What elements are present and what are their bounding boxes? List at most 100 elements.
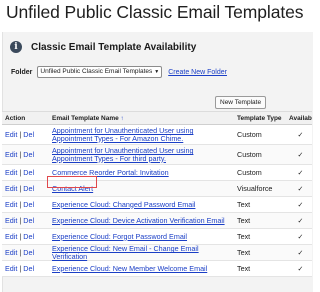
available-check-icon: ✓ bbox=[286, 164, 312, 181]
table-row: Edit | Del Appointment for Unauthenticated … bbox=[2, 144, 312, 165]
template-name-cell: Commerce Reorder Portal: Invitation bbox=[49, 164, 234, 181]
row-actions: Edit | Del bbox=[2, 144, 49, 165]
template-type: Custom bbox=[234, 144, 286, 165]
available-check-icon: ✓ bbox=[286, 228, 312, 245]
edit-link[interactable]: Edit bbox=[5, 200, 17, 209]
template-type: Text bbox=[234, 212, 286, 229]
sort-ascending-icon[interactable]: ↑ bbox=[121, 116, 124, 122]
delete-link[interactable]: Del bbox=[23, 130, 34, 139]
page-title: Unfiled Public Classic Email Templates bbox=[6, 2, 304, 22]
template-name-cell: Contact Alert bbox=[49, 180, 234, 197]
info-icon: i bbox=[10, 41, 22, 53]
delete-link[interactable]: Del bbox=[23, 200, 34, 209]
table-row: Edit | Del Contact Alert Visualforce ✓ bbox=[2, 180, 312, 197]
row-actions: Edit | Del bbox=[2, 180, 49, 197]
template-name-cell: Experience Cloud: Device Activation Veri… bbox=[49, 212, 234, 229]
template-name-link[interactable]: Commerce Reorder Portal: Invitation bbox=[52, 168, 169, 177]
delete-link[interactable]: Del bbox=[23, 248, 34, 257]
available-check-icon: ✓ bbox=[286, 260, 312, 277]
template-name-link[interactable]: Experience Cloud: New Email - Change Ema… bbox=[52, 244, 199, 261]
row-actions: Edit | Del bbox=[2, 228, 49, 245]
folder-row: Folder Unfiled Public Classic Email Temp… bbox=[11, 66, 227, 78]
header-available[interactable]: Available For Use bbox=[286, 111, 312, 125]
template-type: Visualforce bbox=[234, 180, 286, 197]
edit-link[interactable]: Edit bbox=[5, 216, 17, 225]
table-row: Edit | Del Experience Cloud: Forgot Passwor… bbox=[2, 228, 312, 245]
edit-link[interactable]: Edit bbox=[5, 130, 17, 139]
template-name-cell: Experience Cloud: Changed Password Email bbox=[49, 196, 234, 213]
delete-link[interactable]: Del bbox=[23, 168, 34, 177]
header-name[interactable]: Email Template Name ↑ bbox=[49, 111, 234, 125]
available-check-icon: ✓ bbox=[286, 180, 312, 197]
template-name-link[interactable]: Appointment for Unauthenticated User usi… bbox=[52, 146, 193, 163]
edit-link[interactable]: Edit bbox=[5, 232, 17, 241]
template-type: Text bbox=[234, 260, 286, 277]
template-name-link[interactable]: Experience Cloud: New Member Welcome Ema… bbox=[52, 264, 207, 273]
row-actions: Edit | Del bbox=[2, 260, 49, 277]
delete-link[interactable]: Del bbox=[23, 216, 34, 225]
action-separator: | bbox=[19, 183, 22, 193]
table-row: Edit | Del Experience Cloud: Changed Passwo… bbox=[2, 196, 312, 213]
template-name-link[interactable]: Experience Cloud: Device Activation Veri… bbox=[52, 216, 225, 225]
template-name-cell: Experience Cloud: Forgot Password Email bbox=[49, 228, 234, 245]
action-separator: | bbox=[19, 215, 22, 225]
template-type: Text bbox=[234, 244, 286, 261]
action-separator: | bbox=[19, 129, 22, 139]
folder-select[interactable]: Unfiled Public Classic Email Templates ▼ bbox=[37, 66, 163, 78]
action-separator: | bbox=[19, 263, 22, 273]
action-separator: | bbox=[19, 149, 22, 159]
action-separator: | bbox=[19, 247, 22, 257]
edit-link[interactable]: Edit bbox=[5, 264, 17, 273]
table-row: Edit | Del Commerce Reorder Portal: Invitat… bbox=[2, 164, 312, 181]
row-actions: Edit | Del bbox=[2, 212, 49, 229]
delete-link[interactable]: Del bbox=[23, 150, 34, 159]
create-new-folder-link[interactable]: Create New Folder bbox=[168, 69, 227, 76]
template-name-link[interactable]: Experience Cloud: Forgot Password Email bbox=[52, 232, 187, 241]
delete-link[interactable]: Del bbox=[23, 264, 34, 273]
available-check-icon: ✓ bbox=[286, 144, 312, 165]
template-type: Text bbox=[234, 228, 286, 245]
template-name-link[interactable]: Contact Alert bbox=[52, 184, 93, 193]
row-actions: Edit | Del bbox=[2, 244, 49, 261]
edit-link[interactable]: Edit bbox=[5, 168, 17, 177]
edit-link[interactable]: Edit bbox=[5, 248, 17, 257]
template-name-cell: Experience Cloud: New Email - Change Ema… bbox=[49, 244, 234, 261]
action-separator: | bbox=[19, 231, 22, 241]
template-name-cell: Experience Cloud: New Member Welcome Ema… bbox=[49, 260, 234, 277]
section-title: Classic Email Template Availability bbox=[31, 41, 197, 53]
template-type: Custom bbox=[234, 124, 286, 145]
header-type[interactable]: Template Type bbox=[234, 111, 286, 125]
template-type: Custom bbox=[234, 164, 286, 181]
template-name-cell: Appointment for Unauthenticated User usi… bbox=[49, 124, 234, 145]
edit-link[interactable]: Edit bbox=[5, 150, 17, 159]
header-action: Action bbox=[2, 111, 49, 125]
action-separator: | bbox=[19, 199, 22, 209]
table-row: Edit | Del Experience Cloud: New Email - Ch… bbox=[2, 244, 312, 261]
template-name-link[interactable]: Experience Cloud: Changed Password Email bbox=[52, 200, 195, 209]
table-row: Edit | Del Experience Cloud: New Member Wel… bbox=[2, 260, 312, 277]
table-row: Edit | Del Appointment for Unauthenticated … bbox=[2, 124, 312, 145]
row-actions: Edit | Del bbox=[2, 124, 49, 145]
row-actions: Edit | Del bbox=[2, 196, 49, 213]
available-check-icon: ✓ bbox=[286, 212, 312, 229]
table-row: Edit | Del Experience Cloud: Device Activat… bbox=[2, 212, 312, 229]
new-template-button[interactable]: New Template bbox=[215, 96, 267, 109]
template-name-cell: Appointment for Unauthenticated User usi… bbox=[49, 144, 234, 165]
table-header-row: Action Email Template Name ↑ Template Ty… bbox=[2, 111, 312, 125]
available-check-icon: ✓ bbox=[286, 244, 312, 261]
available-check-icon: ✓ bbox=[286, 124, 312, 145]
template-name-link[interactable]: Appointment for Unauthenticated User usi… bbox=[52, 126, 193, 143]
action-separator: | bbox=[19, 167, 22, 177]
folder-select-value: Unfiled Public Classic Email Templates bbox=[40, 68, 153, 75]
header-name-label: Email Template Name bbox=[52, 114, 119, 122]
chevron-down-icon: ▼ bbox=[154, 69, 160, 75]
section-header: i Classic Email Template Availability bbox=[10, 38, 196, 56]
template-type: Text bbox=[234, 196, 286, 213]
delete-link[interactable]: Del bbox=[23, 184, 34, 193]
row-actions: Edit | Del bbox=[2, 164, 49, 181]
folder-label: Folder bbox=[11, 68, 33, 76]
templates-table: Action Email Template Name ↑ Template Ty… bbox=[2, 111, 312, 277]
delete-link[interactable]: Del bbox=[23, 232, 34, 241]
edit-link[interactable]: Edit bbox=[5, 184, 17, 193]
available-check-icon: ✓ bbox=[286, 196, 312, 213]
